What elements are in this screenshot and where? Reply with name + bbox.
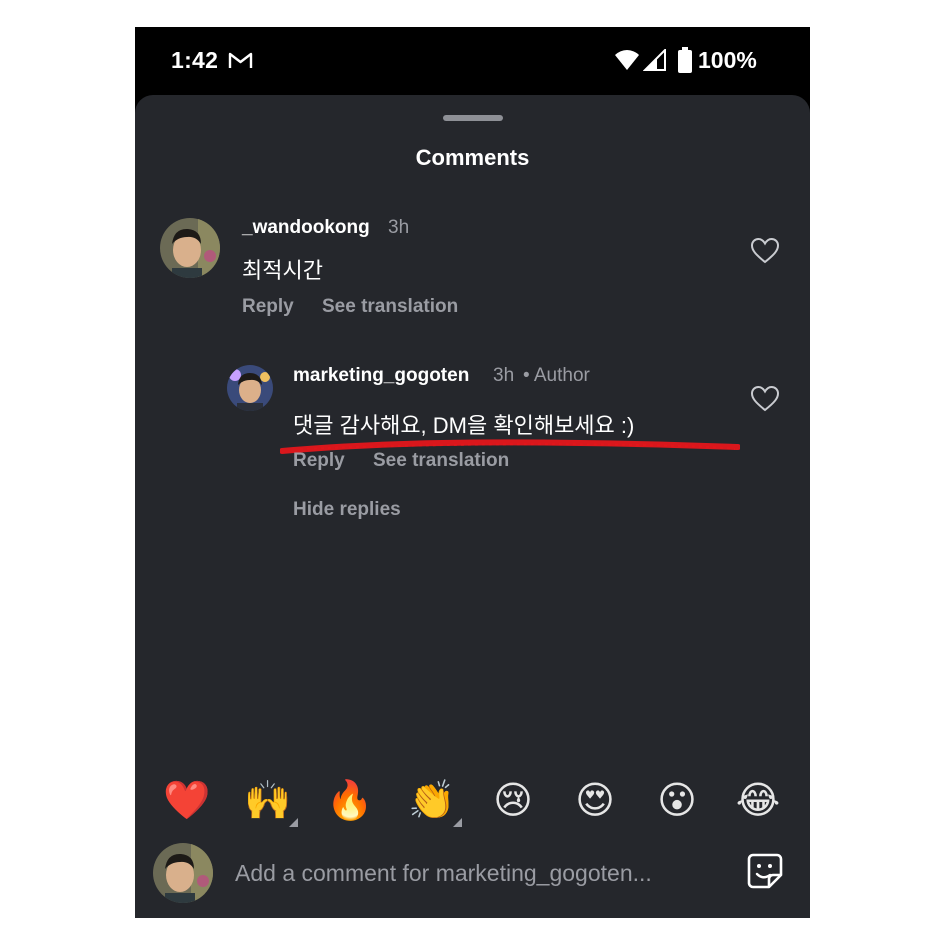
emoji-reaction-bar: ❤️ 🙌 🔥 👏 😢 😍 😮 😂 — [135, 775, 810, 835]
tears-of-joy-emoji-button[interactable]: 😂 — [728, 775, 788, 825]
fire-emoji-button[interactable]: 🔥 — [320, 775, 380, 825]
comments-sheet: Comments _wandookong 3h 최적시간 Reply See t… — [135, 95, 810, 918]
reply-username[interactable]: marketing_gogoten — [293, 365, 469, 387]
status-time: 1:42 — [171, 47, 219, 73]
current-user-avatar — [153, 843, 213, 903]
reply-button[interactable]: Reply — [242, 296, 294, 318]
sticker-icon[interactable] — [745, 851, 785, 891]
gmail-icon — [228, 52, 253, 68]
comment-timestamp: 3h — [388, 217, 410, 238]
red-heart-emoji-button[interactable]: ❤️ — [157, 775, 217, 825]
red-underline-annotation — [280, 439, 740, 454]
reply-like-heart-icon[interactable] — [750, 385, 780, 413]
sheet-title: Comments — [415, 145, 530, 170]
skin-tone-indicator-icon — [289, 818, 298, 827]
comment-text: 최적시간 — [242, 258, 323, 283]
crying-face-emoji-button[interactable]: 😢 — [483, 775, 543, 825]
comment-username[interactable]: _wandookong — [242, 217, 370, 239]
reply-reply-button[interactable]: Reply — [293, 450, 345, 472]
wifi-icon — [615, 50, 639, 70]
hide-replies-button[interactable]: Hide replies — [293, 499, 401, 521]
battery-percent: 100% — [698, 47, 757, 73]
reply-avatar[interactable] — [227, 365, 273, 411]
reply-timestamp: 3h — [493, 365, 515, 386]
battery-icon — [678, 47, 692, 73]
status-bar: 1:42 100% — [135, 27, 810, 95]
phone-screen: 1:42 100% Comments _wandookong 3h 최적시간 R… — [135, 27, 810, 918]
commenter-avatar[interactable] — [160, 218, 220, 278]
signal-icon — [643, 49, 666, 71]
see-translation-button[interactable]: See translation — [322, 296, 458, 318]
drag-handle[interactable] — [443, 115, 503, 121]
like-heart-icon[interactable] — [750, 237, 780, 265]
open-mouth-emoji-button[interactable]: 😮 — [647, 775, 707, 825]
skin-tone-indicator-icon — [453, 818, 462, 827]
reply-see-translation-button[interactable]: See translation — [373, 450, 509, 472]
comment-input[interactable] — [235, 853, 715, 893]
author-badge: • Author — [523, 365, 590, 386]
heart-eyes-emoji-button[interactable]: 😍 — [565, 775, 625, 825]
